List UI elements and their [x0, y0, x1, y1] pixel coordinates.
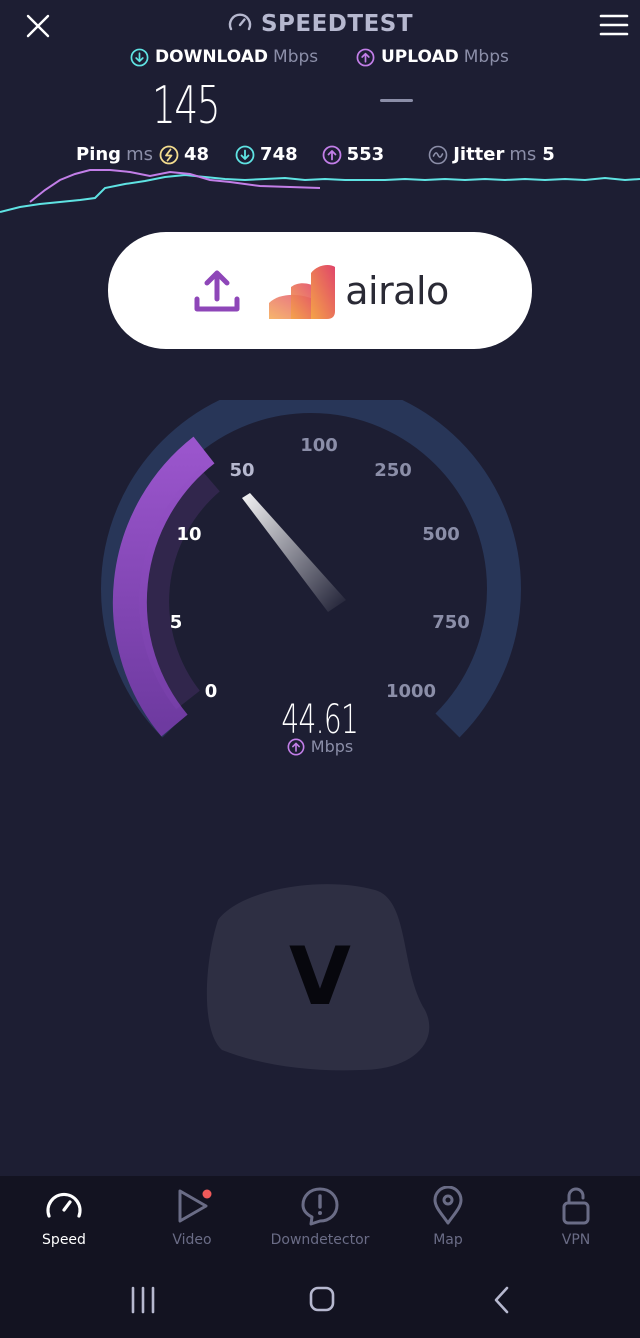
- upload-label: UPLOAD Mbps: [356, 47, 509, 67]
- gauge-needle: [242, 493, 346, 612]
- map-pin-icon: [433, 1186, 463, 1225]
- back-icon[interactable]: [494, 1286, 509, 1314]
- tick-500: 500: [422, 524, 460, 545]
- upload-graph-line: [29, 169, 321, 203]
- nav-map-label: Map: [433, 1232, 463, 1248]
- download-graph-line: [0, 173, 640, 213]
- download-speed-value: 145: [152, 76, 221, 136]
- speedometer-icon: [228, 13, 252, 31]
- app-title: SPEEDTEST: [0, 8, 640, 40]
- download-arrow-icon: [130, 48, 149, 66]
- bottom-navigation: Speed Video Downdetector Map VPN: [0, 1176, 640, 1338]
- nav-speed-label: Speed: [42, 1232, 86, 1248]
- tick-5: 5: [170, 612, 183, 633]
- nav-map[interactable]: Map: [384, 1186, 512, 1248]
- play-icon: [178, 1189, 212, 1223]
- upload-arrow-icon: [356, 48, 375, 66]
- upload-icon: [194, 270, 240, 311]
- system-navigation-bar: [131, 1286, 509, 1314]
- blob-letter: V: [289, 930, 351, 1023]
- current-speed-unit: Mbps: [0, 737, 640, 756]
- hamburger-menu-icon[interactable]: [598, 12, 630, 38]
- upload-label-text: UPLOAD: [381, 47, 459, 67]
- title-text: SPEEDTEST: [260, 11, 414, 37]
- nav-video[interactable]: Video: [128, 1186, 256, 1248]
- tick-750: 750: [432, 612, 470, 633]
- airalo-brand: airalo: [345, 268, 449, 313]
- tick-250: 250: [374, 460, 412, 481]
- home-icon[interactable]: [309, 1286, 335, 1312]
- airalo-ad-banner[interactable]: airalo: [108, 232, 532, 349]
- alert-bubble-icon: [301, 1187, 339, 1226]
- download-unit: Mbps: [273, 47, 319, 67]
- download-label: DOWNLOAD Mbps: [130, 47, 318, 67]
- nav-vpn[interactable]: VPN: [512, 1186, 640, 1248]
- nav-video-label: Video: [172, 1232, 212, 1248]
- speedometer-icon: [46, 1192, 82, 1218]
- notification-dot-icon: [202, 1189, 212, 1199]
- nav-vpn-label: VPN: [561, 1232, 591, 1248]
- nav-downdetector[interactable]: Downdetector: [256, 1186, 384, 1248]
- tick-50: 50: [229, 460, 254, 481]
- upload-unit: Mbps: [463, 47, 509, 67]
- tick-100: 100: [300, 435, 338, 456]
- upload-speed-placeholder: [380, 99, 413, 102]
- current-speed-unit-text: Mbps: [310, 737, 354, 756]
- tick-10: 10: [176, 524, 201, 545]
- throughput-graph: [0, 169, 640, 213]
- upload-arrow-icon: [287, 738, 305, 755]
- recent-apps-icon[interactable]: [131, 1286, 155, 1314]
- airalo-logo-icon: [269, 264, 336, 319]
- nav-downdetector-label: Downdetector: [270, 1232, 370, 1248]
- download-label-text: DOWNLOAD: [155, 47, 269, 67]
- nav-speed[interactable]: Speed: [0, 1186, 128, 1248]
- unlock-icon: [562, 1187, 590, 1225]
